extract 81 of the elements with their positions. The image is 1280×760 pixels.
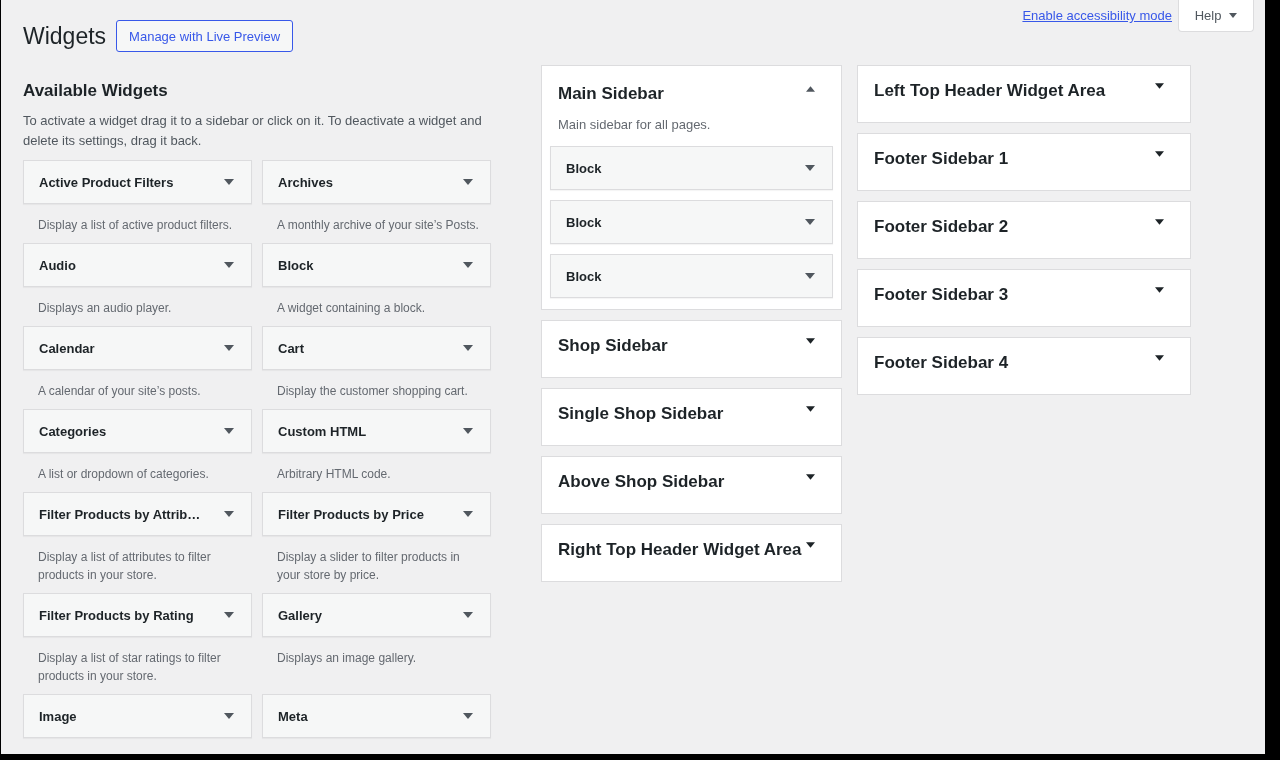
- sidebar-area-header[interactable]: Footer Sidebar 1: [858, 134, 1190, 190]
- caret-icon: [224, 428, 234, 434]
- widget-title: Filter Products by Price: [278, 506, 424, 522]
- widget-card[interactable]: Active Product Filters: [23, 160, 252, 204]
- accessibility-link[interactable]: Enable accessibility mode: [1022, 8, 1172, 23]
- widget-description: Display the customer shopping cart.: [276, 383, 469, 400]
- widget-description: Displays an image gallery.: [276, 650, 418, 667]
- widget-card[interactable]: Block: [550, 200, 833, 244]
- sidebar-area-header[interactable]: Footer Sidebar 4: [858, 338, 1190, 394]
- live-preview-button[interactable]: Manage with Live Preview: [116, 20, 294, 52]
- widget-card[interactable]: Filter Products by Attrib…: [23, 492, 252, 536]
- widget-description: A widget containing a block.: [276, 300, 427, 317]
- widget-card[interactable]: Block: [550, 146, 833, 190]
- sidebar-description: Main sidebar for all pages.: [557, 116, 712, 134]
- caret-icon: [463, 179, 473, 185]
- widget-title: Block: [566, 268, 602, 284]
- widget-title: Meta: [278, 708, 308, 724]
- widget-title: Active Product Filters: [39, 174, 174, 190]
- caret-icon: [463, 428, 473, 434]
- widget-description: A list or dropdown of categories.: [37, 466, 210, 483]
- widget-description: Display a list of star ratings to filter products in your store.: [37, 650, 222, 685]
- caret-icon: [224, 511, 234, 517]
- caret-icon: [805, 165, 815, 171]
- sidebar-area-header[interactable]: Footer Sidebar 2: [858, 202, 1190, 258]
- section-heading: Available Widgets: [23, 80, 169, 102]
- section-description: To activate a widget drag it to a sidebar or click on it. To deactivate a widget and delete its settings, drag it back.: [23, 112, 483, 150]
- caret-icon: [805, 273, 815, 279]
- help-button[interactable]: Help: [1178, 0, 1254, 32]
- caret-icon: [224, 713, 234, 719]
- widget-card[interactable]: Audio: [23, 243, 252, 287]
- widget-card[interactable]: Custom HTML: [262, 409, 491, 453]
- widget-description: A monthly archive of your site’s Posts.: [276, 217, 480, 234]
- page-title: Widgets: [23, 22, 107, 51]
- widget-card[interactable]: Filter Products by Rating: [23, 593, 252, 637]
- widget-title: Block: [278, 257, 314, 273]
- widget-card[interactable]: Calendar: [23, 326, 252, 370]
- sidebar-area-header[interactable]: Single Shop Sidebar: [542, 389, 841, 445]
- caret-icon: [224, 262, 234, 268]
- widget-card[interactable]: Block: [550, 254, 833, 298]
- caret-icon: [463, 262, 473, 268]
- widget-title: Filter Products by Rating: [39, 607, 194, 623]
- caret-icon: [805, 219, 815, 225]
- caret-icon: [224, 345, 234, 351]
- widget-title: Custom HTML: [278, 423, 367, 439]
- widget-title: Image: [39, 708, 77, 724]
- widget-card[interactable]: Filter Products by Price: [262, 492, 491, 536]
- widget-description: Displays an audio player.: [37, 300, 173, 317]
- widget-description: A calendar of your site’s posts.: [37, 383, 202, 400]
- caret-icon: [224, 179, 234, 185]
- sidebar-area-header[interactable]: Left Top Header Widget Area: [858, 66, 1190, 122]
- widget-description: Display a list of attributes to filter products in your store.: [37, 549, 212, 584]
- caret-icon: [463, 345, 473, 351]
- widget-description: Arbitrary HTML code.: [276, 466, 392, 483]
- caret-icon: [463, 511, 473, 517]
- caret-icon: [463, 612, 473, 618]
- widget-description: Display a slider to filter products in your store by price.: [276, 549, 461, 584]
- caret-icon: [1229, 13, 1238, 18]
- widget-title: Gallery: [278, 607, 323, 623]
- sidebar-area-header[interactable]: Footer Sidebar 3: [858, 270, 1190, 326]
- widget-card[interactable]: Archives: [262, 160, 491, 204]
- widget-title: Block: [566, 214, 602, 230]
- widget-card[interactable]: Image: [23, 694, 252, 738]
- widget-description: Display a list of active product filters.: [37, 217, 234, 234]
- widget-title: Block: [566, 160, 602, 176]
- widget-title: Filter Products by Attrib…: [39, 506, 201, 522]
- sidebar-area-header[interactable]: Main Sidebar: [542, 66, 841, 116]
- sidebar-area-header[interactable]: Shop Sidebar: [542, 321, 841, 377]
- widget-card[interactable]: Gallery: [262, 593, 491, 637]
- widget-title: Archives: [278, 174, 333, 190]
- widget-card[interactable]: Meta: [262, 694, 491, 738]
- caret-icon: [224, 612, 234, 618]
- widget-title: Cart: [278, 340, 304, 356]
- widget-title: Audio: [39, 257, 76, 273]
- sidebar-area-header[interactable]: Right Top Header Widget Area: [542, 525, 841, 581]
- widget-title: Categories: [39, 423, 107, 439]
- sidebar-area-header[interactable]: Above Shop Sidebar: [542, 457, 841, 513]
- widget-card[interactable]: Block: [262, 243, 491, 287]
- widget-card[interactable]: Categories: [23, 409, 252, 453]
- caret-icon: [463, 713, 473, 719]
- widget-card[interactable]: Cart: [262, 326, 491, 370]
- widget-title: Calendar: [39, 340, 95, 356]
